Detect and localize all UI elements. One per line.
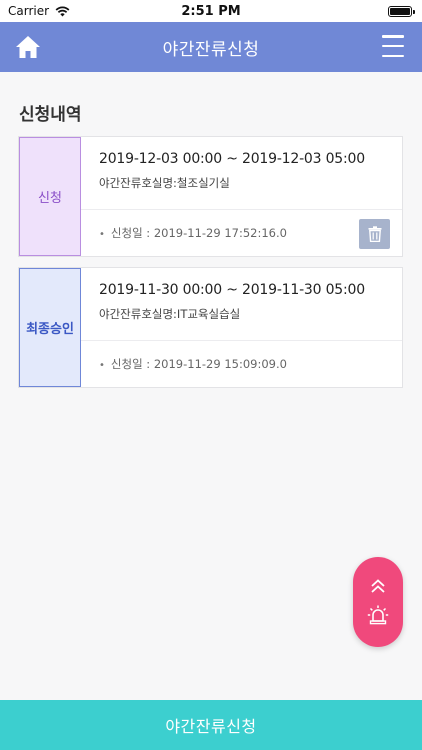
status-badge: 최종승인	[19, 268, 81, 387]
trash-icon	[368, 226, 381, 242]
card-top: 2019-12-03 00:00 ~ 2019-12-03 05:00 야간잔류…	[81, 137, 402, 210]
card-bottom: • 신청일 : 2019-11-29 17:52:16.0	[81, 210, 402, 256]
bullet: •	[99, 229, 105, 240]
request-period: 2019-12-03 00:00 ~ 2019-12-03 05:00	[99, 151, 365, 167]
section-title: 신청내역	[19, 105, 82, 125]
menu-button[interactable]	[382, 35, 404, 57]
status-left: Carrier	[8, 4, 70, 18]
emergency-fab[interactable]	[353, 557, 403, 647]
home-button[interactable]	[14, 33, 42, 61]
card-body: 2019-12-03 00:00 ~ 2019-12-03 05:00 야간잔류…	[81, 137, 402, 256]
delete-button[interactable]	[359, 219, 390, 249]
hamburger-menu-icon	[382, 35, 404, 38]
request-card[interactable]: 신청 2019-12-03 00:00 ~ 2019-12-03 05:00 야…	[18, 136, 403, 257]
request-period: 2019-11-30 00:00 ~ 2019-11-30 05:00	[99, 282, 365, 298]
bullet: •	[99, 360, 105, 371]
page-title: 야간잔류신청	[162, 39, 260, 60]
applied-date: 신청일 : 2019-11-29 17:52:16.0	[110, 226, 287, 240]
request-card[interactable]: 최종승인 2019-11-30 00:00 ~ 2019-11-30 05:00…	[18, 267, 403, 388]
request-room: 야간잔류호실명:IT교육실습실	[99, 307, 241, 321]
apply-button[interactable]: 야간잔류신청	[0, 700, 422, 750]
siren-icon	[367, 605, 389, 625]
wifi-icon	[55, 6, 70, 16]
status-bar: Carrier 2:51 PM	[0, 0, 422, 22]
applied-date-row: • 신청일 : 2019-11-29 17:52:16.0	[99, 225, 287, 241]
status-badge: 신청	[19, 137, 81, 256]
carrier-label: Carrier	[8, 4, 50, 18]
card-body: 2019-11-30 00:00 ~ 2019-11-30 05:00 야간잔류…	[81, 268, 402, 387]
card-top: 2019-11-30 00:00 ~ 2019-11-30 05:00 야간잔류…	[81, 268, 402, 341]
menu-line	[382, 44, 404, 48]
double-chevron-up-icon	[371, 579, 385, 593]
battery-icon	[388, 5, 415, 17]
card-bottom: • 신청일 : 2019-11-29 15:09:09.0	[81, 341, 402, 387]
home-icon	[16, 36, 40, 58]
app-header: 야간잔류신청	[0, 22, 422, 72]
request-room: 야간잔류호실명:철조실기실	[99, 176, 230, 190]
menu-line	[382, 54, 404, 57]
applied-date-row: • 신청일 : 2019-11-29 15:09:09.0	[99, 356, 287, 372]
applied-date: 신청일 : 2019-11-29 15:09:09.0	[110, 357, 287, 371]
